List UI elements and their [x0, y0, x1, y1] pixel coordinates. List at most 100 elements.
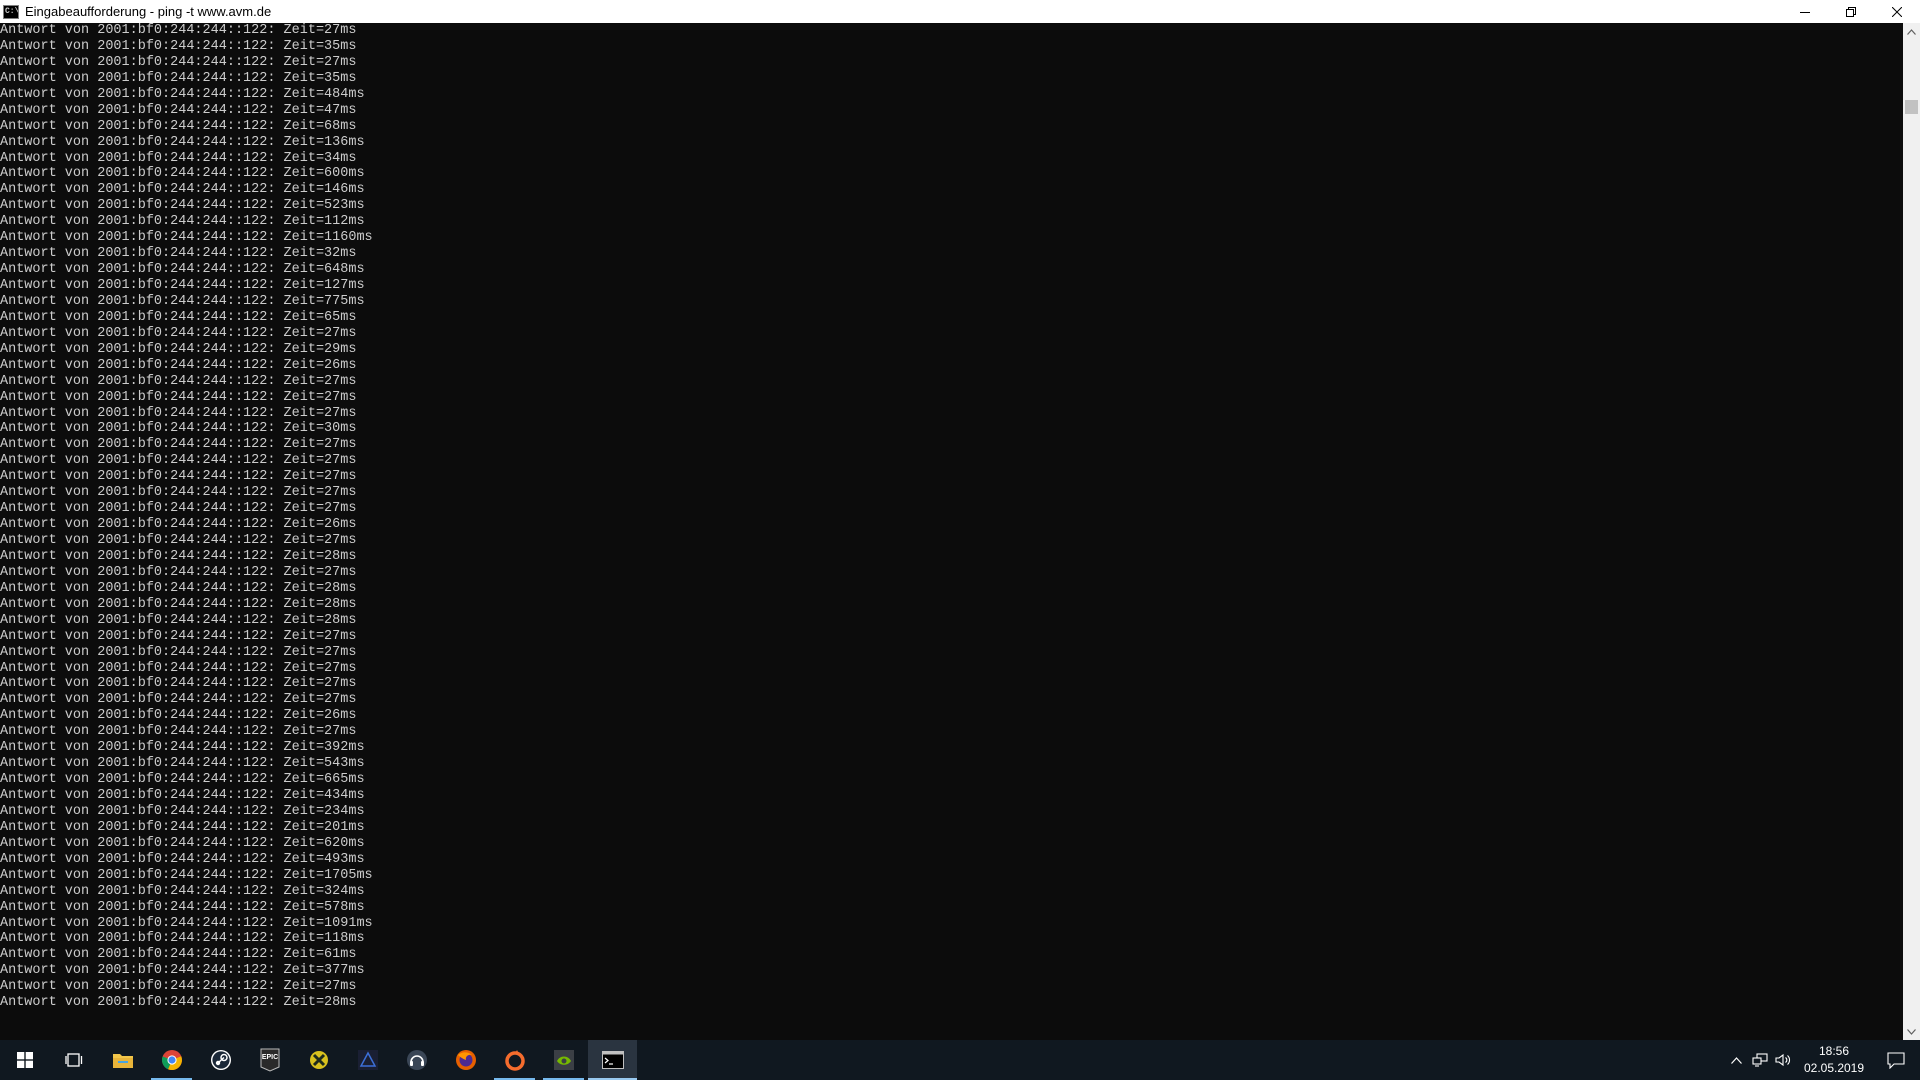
- game-app-icon: [357, 1050, 378, 1070]
- clock-date: 02.05.2019: [1803, 1061, 1865, 1075]
- system-tray: 18:56 02.05.2019: [1724, 1040, 1920, 1080]
- console-line: Antwort von 2001:bf0:244:244::122: Zeit=…: [0, 278, 365, 293]
- volume-button[interactable]: [1772, 1040, 1796, 1080]
- console-line: Antwort von 2001:bf0:244:244::122: Zeit=…: [0, 995, 357, 1011]
- taskbar-file-explorer[interactable]: [98, 1040, 147, 1080]
- scroll-up-button[interactable]: [1903, 23, 1920, 40]
- console-line: Antwort von 2001:bf0:244:244::122: Zeit=…: [0, 851, 365, 867]
- window-controls: [1782, 0, 1920, 23]
- chevron-down-icon: [1907, 1028, 1916, 1035]
- console-line: Antwort von 2001:bf0:244:244::122: Zeit=…: [0, 517, 357, 533]
- console-line: Antwort von 2001:bf0:244:244::122: Zeit=…: [0, 501, 357, 517]
- restore-icon: [1846, 6, 1856, 17]
- taskbar-chrome[interactable]: [147, 1040, 196, 1080]
- taskbar-steam[interactable]: [196, 1040, 245, 1080]
- taskbar-headset-app[interactable]: [392, 1040, 441, 1080]
- task-view-icon: [64, 1053, 82, 1067]
- console-line: Antwort von 2001:bf0:244:244::122: Zeit=…: [0, 214, 365, 230]
- minimize-button[interactable]: [1782, 0, 1828, 23]
- console-line: Antwort von 2001:bf0:244:244::122: Zeit=…: [0, 166, 365, 182]
- console-line: Antwort von 2001:bf0:244:244::122: Zeit=…: [0, 23, 357, 38]
- clock-button[interactable]: 18:56 02.05.2019: [1796, 1040, 1872, 1080]
- console-line: Antwort von 2001:bf0:244:244::122: Zeit=…: [0, 134, 365, 150]
- scroll-thumb[interactable]: [1905, 100, 1918, 114]
- console-line: Antwort von 2001:bf0:244:244::122: Zeit=…: [0, 341, 357, 357]
- console-line: Antwort von 2001:bf0:244:244::122: Zeit=…: [0, 309, 357, 325]
- console-line: Antwort von 2001:bf0:244:244::122: Zeit=…: [0, 389, 357, 405]
- network-button[interactable]: [1748, 1040, 1772, 1080]
- clock-time: 18:56: [1818, 1044, 1850, 1058]
- task-view-button[interactable]: [49, 1040, 98, 1080]
- console-line: Antwort von 2001:bf0:244:244::122: Zeit=…: [0, 692, 357, 708]
- start-button[interactable]: [0, 1040, 49, 1080]
- show-hidden-icons-button[interactable]: [1724, 1040, 1748, 1080]
- console-line: Antwort von 2001:bf0:244:244::122: Zeit=…: [0, 979, 357, 995]
- window-title: Eingabeaufforderung - ping -t www.avm.de: [25, 4, 272, 19]
- console-line: Antwort von 2001:bf0:244:244::122: Zeit=…: [0, 564, 357, 580]
- console-line: Antwort von 2001:bf0:244:244::122: Zeit=…: [0, 612, 357, 628]
- cmd-app-icon: C:\: [3, 4, 19, 19]
- console-line: Antwort von 2001:bf0:244:244::122: Zeit=…: [0, 548, 357, 564]
- console-line: Antwort von 2001:bf0:244:244::122: Zeit=…: [0, 580, 357, 596]
- console-line: Antwort von 2001:bf0:244:244::122: Zeit=…: [0, 325, 357, 341]
- taskbar-nvidia[interactable]: [539, 1040, 588, 1080]
- console-line: Antwort von 2001:bf0:244:244::122: Zeit=…: [0, 469, 357, 485]
- console-line: Antwort von 2001:bf0:244:244::122: Zeit=…: [0, 915, 373, 931]
- close-button[interactable]: [1874, 0, 1920, 23]
- console-line: Antwort von 2001:bf0:244:244::122: Zeit=…: [0, 373, 357, 389]
- console-line: Antwort von 2001:bf0:244:244::122: Zeit=…: [0, 405, 357, 421]
- console-line: Antwort von 2001:bf0:244:244::122: Zeit=…: [0, 533, 357, 548]
- windows-logo-icon: [16, 1052, 33, 1068]
- console-line: Antwort von 2001:bf0:244:244::122: Zeit=…: [0, 867, 373, 883]
- console-line: Antwort von 2001:bf0:244:244::122: Zeit=…: [0, 819, 365, 835]
- console-line: Antwort von 2001:bf0:244:244::122: Zeit=…: [0, 947, 357, 963]
- console-lines: Antwort von 2001:bf0:244:244::122: Zeit=…: [0, 23, 1903, 1011]
- restore-button[interactable]: [1828, 0, 1874, 23]
- network-icon: [1752, 1053, 1768, 1067]
- taskbar-firefox[interactable]: [441, 1040, 490, 1080]
- console-line: Antwort von 2001:bf0:244:244::122: Zeit=…: [0, 883, 365, 899]
- console-line: Antwort von 2001:bf0:244:244::122: Zeit=…: [0, 118, 357, 134]
- taskbar-command-prompt[interactable]: [588, 1040, 637, 1080]
- firefox-icon: [455, 1050, 476, 1070]
- console-line: Antwort von 2001:bf0:244:244::122: Zeit=…: [0, 54, 357, 70]
- taskbar-app-yellow[interactable]: [294, 1040, 343, 1080]
- console-line: Antwort von 2001:bf0:244:244::122: Zeit=…: [0, 453, 357, 469]
- console-line: Antwort von 2001:bf0:244:244::122: Zeit=…: [0, 70, 357, 86]
- console-line: Antwort von 2001:bf0:244:244::122: Zeit=…: [0, 246, 357, 262]
- epic-games-label: EPIC: [261, 1054, 277, 1061]
- epic-games-icon: EPIC: [260, 1048, 279, 1072]
- vertical-scrollbar[interactable]: [1903, 23, 1920, 1040]
- console-line: Antwort von 2001:bf0:244:244::122: Zeit=…: [0, 437, 357, 453]
- console-line: Antwort von 2001:bf0:244:244::122: Zeit=…: [0, 963, 365, 979]
- chevron-up-icon: [1730, 1056, 1742, 1064]
- taskbar-app-dark[interactable]: [343, 1040, 392, 1080]
- cmd-icon: [601, 1051, 624, 1069]
- console-line: Antwort von 2001:bf0:244:244::122: Zeit=…: [0, 756, 365, 772]
- console-output[interactable]: Antwort von 2001:bf0:244:244::122: Zeit=…: [0, 23, 1903, 1040]
- console-line: Antwort von 2001:bf0:244:244::122: Zeit=…: [0, 421, 357, 437]
- console-line: Antwort von 2001:bf0:244:244::122: Zeit=…: [0, 357, 357, 373]
- nvidia-icon: [553, 1050, 574, 1070]
- action-center-button[interactable]: [1872, 1040, 1920, 1080]
- console-line: Antwort von 2001:bf0:244:244::122: Zeit=…: [0, 676, 357, 692]
- console-line: Antwort von 2001:bf0:244:244::122: Zeit=…: [0, 788, 365, 803]
- console-line: Antwort von 2001:bf0:244:244::122: Zeit=…: [0, 230, 373, 246]
- console-line: Antwort von 2001:bf0:244:244::122: Zeit=…: [0, 86, 365, 102]
- close-icon: [1892, 6, 1902, 17]
- taskbar-epic-games[interactable]: EPIC: [245, 1040, 294, 1080]
- shield-app-icon: [309, 1051, 328, 1069]
- console-line: Antwort von 2001:bf0:244:244::122: Zeit=…: [0, 803, 365, 819]
- console-line: Antwort von 2001:bf0:244:244::122: Zeit=…: [0, 899, 365, 915]
- headset-icon: [406, 1050, 427, 1070]
- console-line: Antwort von 2001:bf0:244:244::122: Zeit=…: [0, 708, 357, 724]
- console-line: Antwort von 2001:bf0:244:244::122: Zeit=…: [0, 660, 357, 676]
- scroll-down-button[interactable]: [1903, 1023, 1920, 1040]
- taskbar-origin[interactable]: [490, 1040, 539, 1080]
- folder-icon: [112, 1054, 133, 1068]
- window-title-bar[interactable]: C:\ Eingabeaufforderung - ping -t www.av…: [0, 0, 1920, 23]
- console-line: Antwort von 2001:bf0:244:244::122: Zeit=…: [0, 835, 365, 851]
- console-line: Antwort von 2001:bf0:244:244::122: Zeit=…: [0, 644, 357, 660]
- console-line: Antwort von 2001:bf0:244:244::122: Zeit=…: [0, 740, 365, 756]
- speaker-icon: [1775, 1053, 1790, 1067]
